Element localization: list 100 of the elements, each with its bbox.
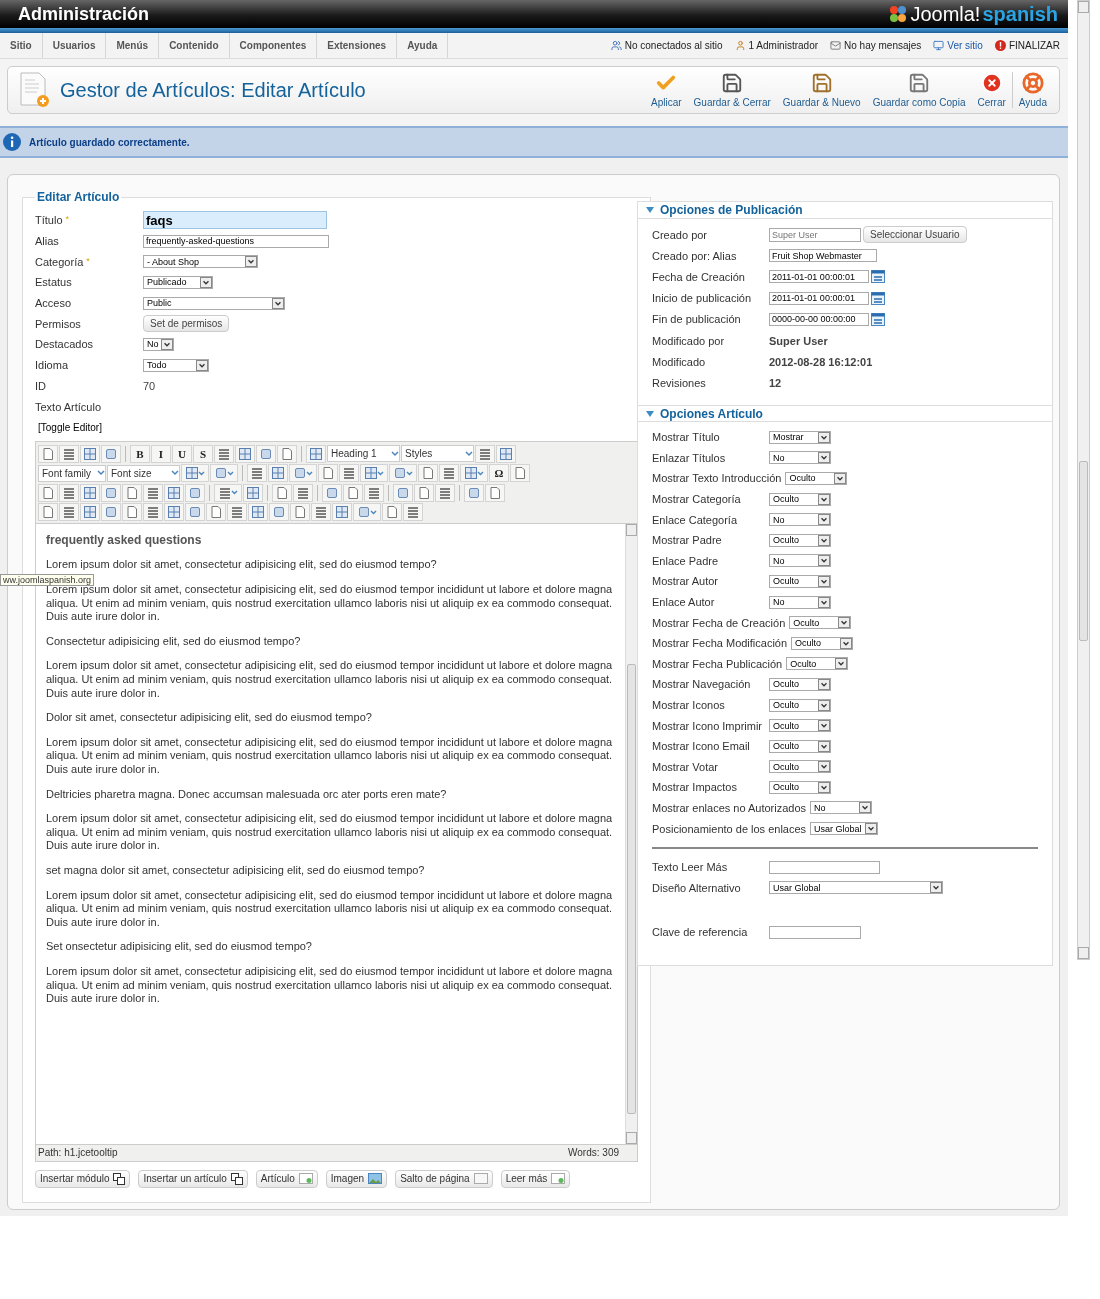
- tool-button[interactable]: [418, 464, 438, 483]
- calendar-icon[interactable]: [871, 270, 885, 284]
- format-select[interactable]: Heading 1: [327, 445, 400, 463]
- menu-item[interactable]: Menús: [106, 33, 160, 58]
- select-field[interactable]: Oculto: [769, 533, 831, 547]
- select-field[interactable]: Oculto: [769, 739, 831, 753]
- tool-button[interactable]: [214, 444, 234, 463]
- status-link[interactable]: Ver sitio: [947, 40, 983, 51]
- tool-button[interactable]: [59, 483, 79, 502]
- panel-header[interactable]: Opciones Artículo: [638, 405, 1052, 422]
- menu-item[interactable]: Sitio: [0, 33, 43, 58]
- select-field[interactable]: No: [769, 595, 831, 609]
- permissions-button[interactable]: Set de permisos: [143, 315, 230, 333]
- select-field[interactable]: Oculto: [791, 636, 854, 650]
- tool-button[interactable]: [510, 464, 530, 483]
- text-field[interactable]: [769, 925, 861, 939]
- tool-button[interactable]: [364, 483, 384, 502]
- toolbar-button[interactable]: Ayuda: [1011, 72, 1053, 108]
- tool-button[interactable]: [382, 503, 402, 522]
- tool-button[interactable]: [339, 464, 359, 483]
- tool-button[interactable]: [269, 503, 289, 522]
- tool-button[interactable]: [322, 483, 342, 502]
- select-field[interactable]: Oculto: [769, 698, 831, 712]
- tool-button[interactable]: [206, 503, 226, 522]
- select-field[interactable]: No: [769, 554, 831, 568]
- insert-button[interactable]: Imagen: [325, 1169, 388, 1188]
- insert-button[interactable]: Salto de página: [395, 1169, 493, 1188]
- tool-button[interactable]: [38, 483, 58, 502]
- tool-button[interactable]: [403, 503, 423, 522]
- tool-button[interactable]: [464, 483, 484, 502]
- format-select[interactable]: Font family: [38, 464, 106, 482]
- tool-button[interactable]: [389, 464, 417, 483]
- tool-button[interactable]: [243, 483, 263, 502]
- scrollbar[interactable]: [625, 523, 637, 1144]
- tool-button[interactable]: [80, 483, 100, 502]
- select-field[interactable]: Todo: [143, 358, 209, 372]
- toolbar-button[interactable]: Guardar & Cerrar: [687, 72, 777, 108]
- tool-button[interactable]: [235, 444, 255, 463]
- select-field[interactable]: Oculto: [769, 492, 831, 506]
- tool-button[interactable]: [485, 483, 505, 502]
- tool-button[interactable]: [460, 464, 488, 483]
- tool-button[interactable]: [360, 464, 388, 483]
- scrollbar[interactable]: [1077, 0, 1090, 960]
- select-field[interactable]: No: [143, 337, 174, 351]
- toolbar-button[interactable]: Aplicar: [645, 72, 688, 108]
- select-field[interactable]: Publicado: [143, 275, 213, 289]
- format-select[interactable]: Styles: [401, 445, 474, 463]
- tool-button[interactable]: [38, 444, 58, 463]
- select-field[interactable]: Usar Global: [769, 881, 943, 895]
- format-button[interactable]: I: [151, 444, 171, 463]
- select-field[interactable]: Oculto: [769, 574, 831, 588]
- format-button[interactable]: S: [193, 444, 213, 463]
- format-select[interactable]: Font size: [107, 464, 180, 482]
- tool-button[interactable]: [318, 464, 338, 483]
- tool-button[interactable]: [164, 503, 184, 522]
- tool-button[interactable]: [306, 444, 326, 463]
- tool-button[interactable]: [214, 483, 242, 502]
- tool-button[interactable]: [101, 503, 121, 522]
- tool-button[interactable]: [185, 483, 205, 502]
- calendar-icon[interactable]: [871, 312, 885, 326]
- tool-button[interactable]: [143, 483, 163, 502]
- select-field[interactable]: No: [769, 513, 831, 527]
- toolbar-button[interactable]: Cerrar: [971, 72, 1012, 108]
- tool-button[interactable]: [277, 444, 297, 463]
- select-field[interactable]: Oculto: [769, 780, 831, 794]
- tool-button[interactable]: [353, 503, 381, 522]
- format-button[interactable]: Ω: [489, 464, 509, 483]
- tool-button[interactable]: [122, 483, 142, 502]
- tool-button[interactable]: [101, 483, 121, 502]
- tool-button[interactable]: [475, 444, 495, 463]
- tool-button[interactable]: [59, 503, 79, 522]
- menu-item[interactable]: Ayuda: [397, 33, 449, 58]
- insert-button[interactable]: Leer más: [500, 1169, 571, 1188]
- panel-header[interactable]: Opciones de Publicación: [638, 202, 1052, 219]
- tool-button[interactable]: [393, 483, 413, 502]
- tool-button[interactable]: [343, 483, 363, 502]
- select-field[interactable]: Usar Global: [810, 822, 878, 836]
- toolbar-button[interactable]: Guardar & Nuevo: [776, 72, 867, 108]
- tool-button[interactable]: [80, 503, 100, 522]
- insert-button[interactable]: Insertar un artículo: [138, 1169, 248, 1188]
- tool-button[interactable]: [248, 503, 268, 522]
- tool-button[interactable]: [247, 464, 267, 483]
- tool-button[interactable]: [289, 464, 317, 483]
- select-field[interactable]: No: [769, 451, 831, 465]
- calendar-icon[interactable]: [871, 291, 885, 305]
- text-field[interactable]: frequently-asked-questions: [143, 234, 329, 248]
- user-field[interactable]: Super User: [769, 227, 861, 242]
- tool-button[interactable]: [435, 483, 455, 502]
- tool-button[interactable]: [293, 483, 313, 502]
- insert-button[interactable]: Artículo: [255, 1169, 318, 1188]
- tool-button[interactable]: [122, 503, 142, 522]
- tool-button[interactable]: [414, 483, 434, 502]
- tool-button[interactable]: [101, 444, 121, 463]
- format-button[interactable]: B: [130, 444, 150, 463]
- tool-button[interactable]: [256, 444, 276, 463]
- toolbar-button[interactable]: Guardar como Copia: [866, 72, 972, 108]
- menu-item[interactable]: Componentes: [229, 33, 318, 58]
- select-field[interactable]: - About Shop: [143, 255, 258, 269]
- menu-item[interactable]: Extensiones: [317, 33, 398, 58]
- date-field[interactable]: 2011-01-01 00:00:01: [769, 270, 869, 284]
